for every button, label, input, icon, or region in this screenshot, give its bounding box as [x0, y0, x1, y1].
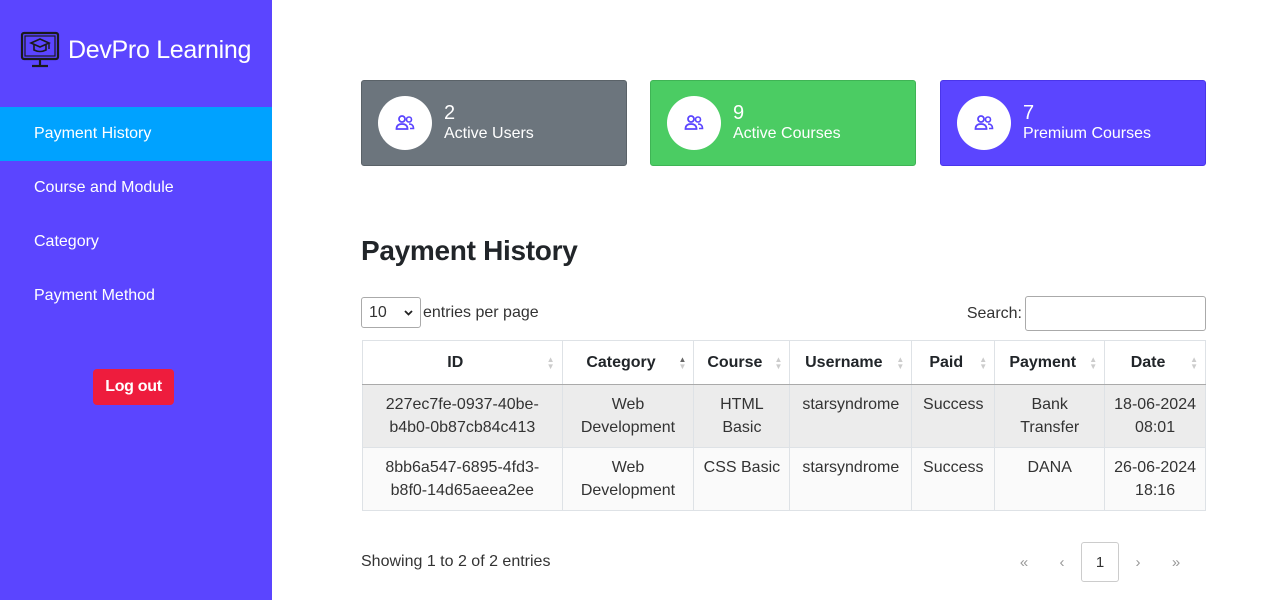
entries-per-page-value: 10 [369, 303, 387, 321]
sidebar-item-payment-method[interactable]: Payment Method [0, 269, 272, 323]
stat-card-premium-courses: 7 Premium Courses [940, 80, 1206, 166]
column-header-label: ID [447, 353, 464, 371]
users-icon [667, 96, 721, 150]
column-header-label: Category [586, 353, 656, 371]
chevron-down-icon [404, 309, 413, 316]
column-header-date[interactable]: Date ▲ ▼ [1104, 340, 1206, 385]
page-title: Payment History [361, 235, 578, 266]
column-header-label: Payment [1009, 353, 1077, 371]
cell-course: HTML Basic [693, 384, 791, 448]
table-row: 227ec7fe-0937-40be-b4b0-0b87cb84c413 Web… [362, 384, 1206, 448]
table-row: 8bb6a547-6895-4fd3-b8f0-14d65aeea2ee Web… [362, 447, 1206, 511]
cell-paid: Success [911, 447, 996, 511]
stat-label: Active Users [444, 125, 534, 142]
brand[interactable]: DevPro Learning [20, 28, 251, 72]
stat-value: 2 [444, 102, 456, 124]
pagination-next-button[interactable]: › [1119, 542, 1157, 582]
stat-label: Premium Courses [1023, 125, 1152, 142]
table-search: Search: [967, 296, 1206, 331]
stat-value: 7 [1023, 102, 1035, 124]
users-icon [957, 96, 1011, 150]
cell-category: Web Development [561, 384, 695, 448]
column-header-label: Paid [929, 353, 964, 371]
entries-per-page-label: entries per page [423, 303, 539, 321]
sidebar-nav: Payment History Course and Module Catego… [0, 107, 272, 323]
sort-icon: ▲ ▼ [1089, 354, 1098, 371]
sort-ascending-icon: ▲ ▼ [678, 354, 687, 371]
graduation-monitor-icon [20, 31, 60, 68]
column-header-username[interactable]: Username ▲ ▼ [789, 340, 913, 385]
cell-paid: Success [911, 384, 996, 448]
entries-per-page-select[interactable]: 10 [361, 297, 421, 328]
sort-icon: ▲ ▼ [774, 354, 783, 371]
column-header-label: Username [805, 353, 883, 371]
entries-per-page-control: 10 entries per page [361, 297, 539, 328]
cell-payment: DANA [994, 447, 1106, 511]
cell-category: Web Development [561, 447, 695, 511]
cell-payment: Bank Transfer [994, 384, 1106, 448]
column-header-id[interactable]: ID ▲ ▼ [362, 340, 563, 385]
search-label: Search: [966, 304, 1022, 322]
column-header-label: Course [707, 353, 763, 371]
sidebar-item-payment-history[interactable]: Payment History [0, 107, 272, 161]
users-icon [378, 96, 432, 150]
logout-button[interactable]: Log out [93, 369, 174, 405]
pagination-first-button[interactable]: « [1005, 542, 1043, 582]
column-header-course[interactable]: Course ▲ ▼ [693, 340, 791, 385]
sort-icon: ▲ ▼ [546, 354, 555, 371]
column-header-category[interactable]: Category ▲ ▼ [561, 340, 695, 385]
stat-label: Active Courses [733, 125, 841, 142]
pagination: « ‹ 1 › » [1005, 542, 1195, 582]
cell-id: 227ec7fe-0937-40be-b4b0-0b87cb84c413 [362, 384, 563, 448]
stat-card-active-courses: 9 Active Courses [650, 80, 916, 166]
pagination-prev-button[interactable]: ‹ [1043, 542, 1081, 582]
sidebar-item-course-and-module[interactable]: Course and Module [0, 161, 272, 215]
stat-card-active-users: 2 Active Users [361, 80, 627, 166]
stat-value: 9 [733, 102, 745, 124]
column-header-paid[interactable]: Paid ▲ ▼ [911, 340, 996, 385]
brand-name: DevPro Learning [68, 35, 252, 64]
cell-date: 26-06-2024 18:16 [1104, 447, 1206, 511]
column-header-label: Date [1130, 353, 1166, 371]
app: DevPro Learning Payment History Course a… [0, 0, 1280, 600]
cell-course: CSS Basic [693, 447, 791, 511]
sort-icon: ▲ ▼ [979, 354, 988, 371]
table-header-row: ID ▲ ▼ Category ▲ ▼ Course ▲ ▼ Username ▲ ▼ Paid… [362, 340, 1206, 385]
sort-icon: ▲ ▼ [1190, 354, 1198, 371]
cell-username: starsyndrome [789, 384, 913, 448]
sidebar-item-category[interactable]: Category [0, 215, 272, 269]
search-input[interactable] [1025, 296, 1206, 331]
pagination-page-1[interactable]: 1 [1081, 542, 1119, 582]
cell-date: 18-06-2024 08:01 [1104, 384, 1206, 448]
table-info: Showing 1 to 2 of 2 entries [361, 553, 551, 570]
payment-history-table: ID ▲ ▼ Category ▲ ▼ Course ▲ ▼ Username ▲ ▼ Paid… [362, 340, 1206, 511]
cell-id: 8bb6a547-6895-4fd3-b8f0-14d65aeea2ee [362, 447, 563, 511]
column-header-payment[interactable]: Payment ▲ ▼ [994, 340, 1106, 385]
sort-icon: ▲ ▼ [896, 354, 905, 371]
sidebar: DevPro Learning Payment History Course a… [0, 0, 272, 600]
cell-username: starsyndrome [789, 447, 913, 511]
pagination-last-button[interactable]: » [1157, 542, 1195, 582]
